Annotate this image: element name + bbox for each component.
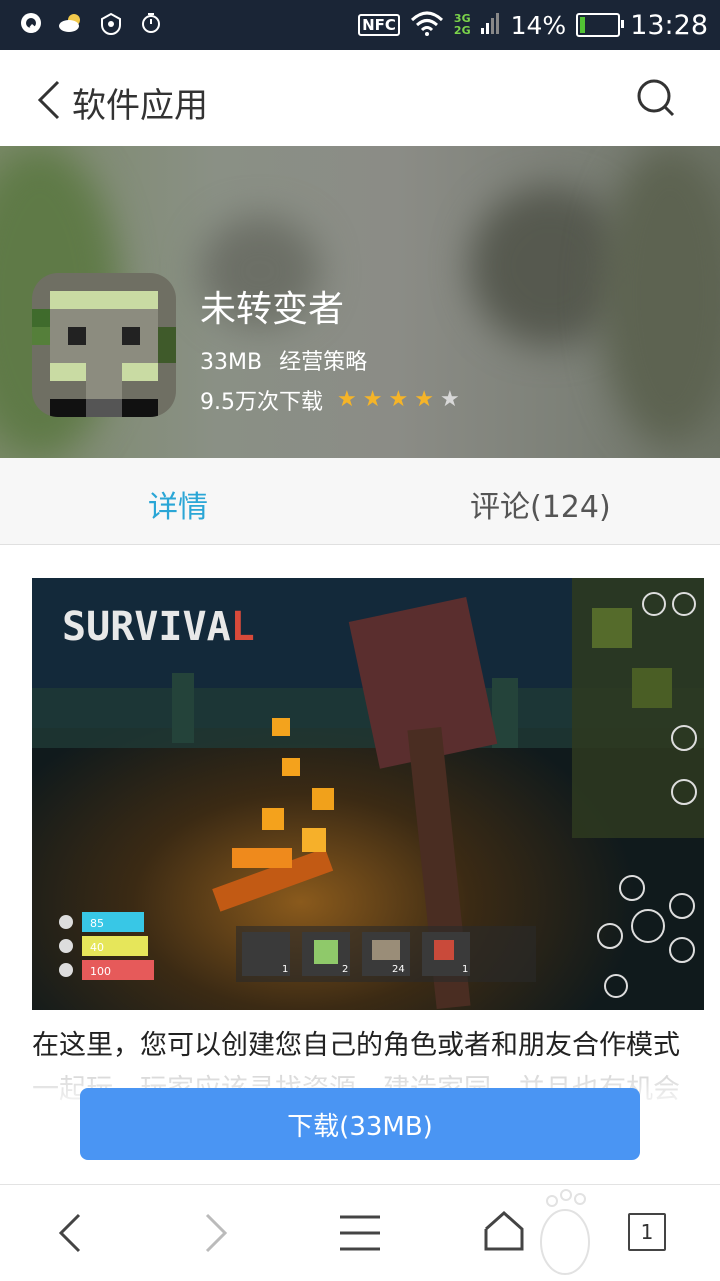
screenshot-title: SURVIVAL	[62, 604, 255, 650]
wifi-icon	[410, 10, 444, 40]
rating-stars: ★ ★ ★ ★ ★	[337, 389, 460, 411]
tab-details[interactable]: 详情	[148, 482, 208, 526]
browser-bottom-nav	[0, 1184, 720, 1281]
hud-bar-food: 40	[90, 941, 104, 954]
app-name: 未转变者	[200, 289, 345, 330]
mascot-watermark-icon	[532, 1187, 598, 1281]
star-icon: ★	[388, 387, 409, 412]
app-meta: 33MB 经营策略	[200, 344, 367, 376]
app-meta-downloads: 9.5万次下载 ★ ★ ★ ★ ★	[200, 384, 460, 416]
alarm-icon	[138, 10, 164, 36]
star-icon: ★	[362, 387, 383, 412]
q-app-icon	[18, 10, 44, 36]
app-header: 软件应用	[0, 50, 720, 147]
app-screenshot[interactable]: SURVIVAL 85 40 100 1 2 24 1	[32, 578, 704, 1010]
star-icon: ★	[439, 387, 460, 412]
hotbar-count-2: 2	[342, 964, 348, 975]
clock: 13:28	[630, 9, 708, 41]
hud-bar-health: 85	[90, 917, 104, 930]
signal-icon	[480, 10, 501, 40]
hud-bar-water: 100	[90, 965, 111, 978]
app-icon	[32, 273, 176, 417]
status-bar: NFC 3G 2G 14% 13:28	[0, 0, 720, 50]
tab-count-button[interactable]: 1	[628, 1213, 666, 1251]
page-title: 软件应用	[72, 86, 208, 126]
network-type: 3G 2G	[454, 13, 471, 37]
star-icon: ★	[414, 387, 434, 412]
sync-icon	[98, 10, 124, 36]
home-icon[interactable]	[484, 1210, 524, 1255]
nav-back-icon[interactable]	[58, 1213, 82, 1257]
download-bar: 下载(33MB)	[0, 1064, 720, 1184]
download-button[interactable]: 下载(33MB)	[80, 1088, 640, 1160]
menu-icon[interactable]	[340, 1215, 380, 1255]
network-2g: 2G	[453, 24, 471, 37]
battery-icon	[576, 13, 625, 37]
hotbar-count-1: 1	[282, 964, 288, 975]
back-arrow-icon[interactable]	[36, 80, 62, 124]
nav-forward-icon[interactable]	[204, 1213, 228, 1257]
search-icon[interactable]	[636, 78, 676, 122]
battery-percent: 14%	[510, 10, 567, 40]
hotbar-count-3: 24	[392, 964, 405, 975]
weather-icon	[58, 10, 84, 36]
tab-bar: 详情 评论(124)	[0, 458, 720, 545]
app-category: 经营策略	[279, 350, 368, 375]
app-hero: 未转变者 33MB 经营策略 9.5万次下载 ★ ★ ★ ★ ★	[0, 146, 720, 458]
star-icon: ★	[337, 387, 357, 412]
tab-reviews[interactable]: 评论(124)	[470, 482, 611, 526]
app-size: 33MB	[200, 350, 263, 375]
download-count: 9.5万次下载	[200, 390, 323, 415]
nfc-indicator: NFC	[358, 14, 400, 36]
hotbar-count-4: 1	[462, 964, 468, 975]
